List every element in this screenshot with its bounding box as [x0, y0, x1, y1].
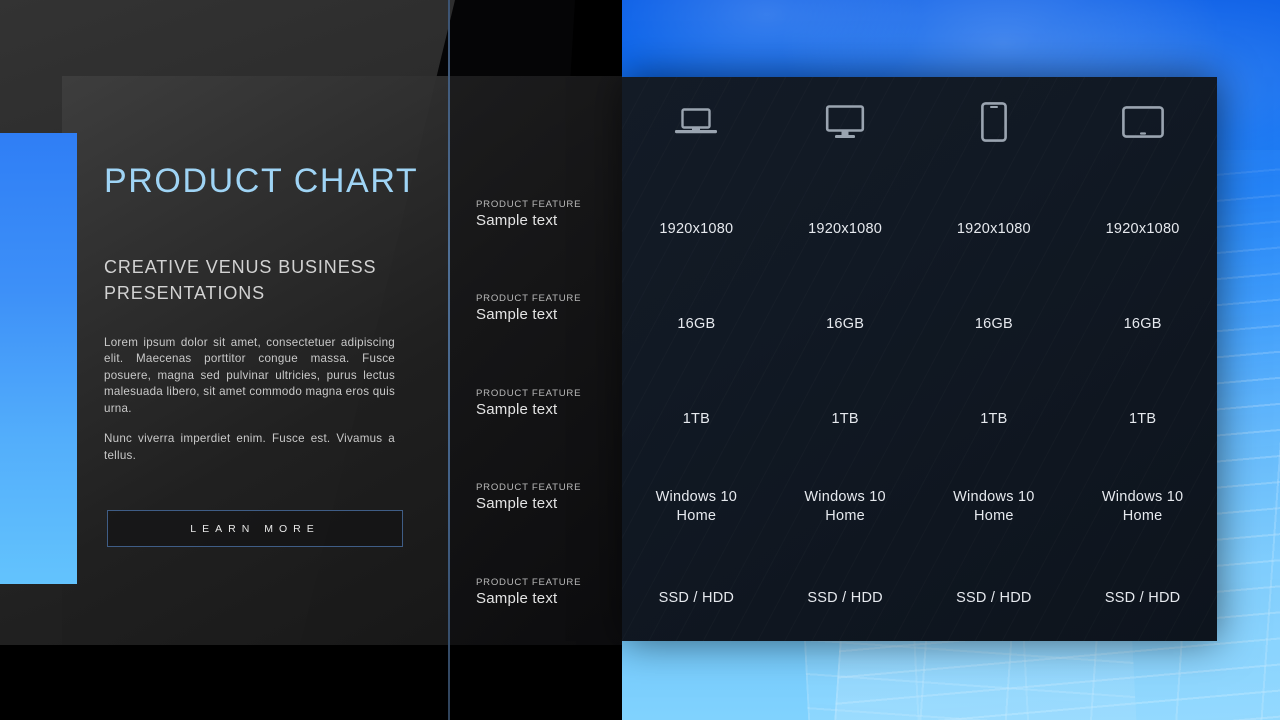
table-row: SSD / HDD SSD / HDD SSD / HDD SSD / HDD [622, 557, 1217, 641]
feature-kicker: PRODUCT FEATURE [476, 577, 582, 588]
feature-kicker: PRODUCT FEATURE [476, 199, 582, 210]
column-header-tablet[interactable] [1068, 106, 1217, 138]
feature-value: Sample text [476, 494, 558, 512]
feature-label-row: PRODUCT FEATURE Sample text [476, 389, 636, 419]
table-cell: 16GB [677, 315, 716, 332]
table-row: 16GB 16GB 16GB 16GB [622, 277, 1217, 372]
vertical-accent-line [448, 0, 450, 720]
table-cell: Windows 10 Home [953, 488, 1035, 524]
table-cell: 1920x1080 [808, 220, 883, 237]
desktop-monitor-icon [823, 104, 867, 140]
table-cell: Windows 10 Home [1101, 488, 1184, 524]
feature-kicker: PRODUCT FEATURE [476, 482, 582, 493]
feature-label-row: PRODUCT FEATURE Sample text [476, 578, 636, 608]
table-cell: SSD / HDD [807, 590, 883, 607]
laptop-icon [673, 106, 719, 138]
body-copy: Lorem ipsum dolor sit amet, consectetuer… [104, 335, 395, 464]
table-cell: 1TB [1128, 410, 1157, 427]
table-row: 1TB 1TB 1TB 1TB [622, 372, 1217, 467]
table-cell: SSD / HDD [1104, 590, 1181, 607]
tablet-icon [1121, 106, 1164, 138]
table-header-icon-row [622, 77, 1217, 167]
feature-value: Sample text [476, 589, 558, 607]
blue-accent-block [0, 133, 77, 584]
feature-kicker: PRODUCT FEATURE [476, 293, 582, 304]
column-header-laptop[interactable] [622, 106, 771, 138]
table-cell: 16GB [826, 315, 865, 332]
page-subtitle: CREATIVE VENUS BUSINESS PRESENTATIONS [104, 257, 377, 303]
column-header-desktop[interactable] [771, 104, 920, 140]
table-cell: Windows 10 Home [655, 488, 738, 524]
feature-value: Sample text [476, 400, 558, 418]
table-row: 1920x1080 1920x1080 1920x1080 1920x1080 [622, 182, 1217, 277]
table-cell: 16GB [974, 315, 1013, 332]
product-comparison-table: 1920x1080 1920x1080 1920x1080 1920x1080 16GB… [622, 77, 1217, 641]
feature-label-row: PRODUCT FEATURE Sample text [476, 200, 636, 230]
table-cell: Windows 10 Home [804, 488, 886, 524]
column-header-smartphone[interactable] [920, 102, 1069, 142]
body-paragraph-2: Nunc viverra imperdiet enim. Fusce est. … [104, 432, 395, 462]
feature-label-row: PRODUCT FEATURE Sample text [476, 294, 636, 324]
table-cell: 1TB [980, 410, 1008, 427]
table-cell: 1920x1080 [1105, 220, 1180, 237]
feature-label-row: PRODUCT FEATURE Sample text [476, 483, 636, 513]
table-cell: 1TB [682, 410, 711, 427]
table-cell: SSD / HDD [658, 590, 735, 607]
smartphone-icon [980, 102, 1007, 142]
page-title: PRODUCT CHART [104, 162, 419, 200]
feature-value: Sample text [476, 305, 558, 323]
feature-label-column [448, 76, 622, 645]
table-row: Windows 10 Home Windows 10 Home Windows 10 Ho… [622, 457, 1217, 557]
table-cell: 1920x1080 [659, 220, 734, 237]
feature-kicker: PRODUCT FEATURE [476, 388, 582, 399]
learn-more-button[interactable]: LEARN MORE [107, 510, 403, 547]
feature-value: Sample text [476, 211, 558, 229]
table-cell: SSD / HDD [956, 590, 1032, 607]
slide-canvas: PRODUCT CHART CREATIVE VENUS BUSINESS PR… [0, 0, 1280, 720]
table-cell: 1920x1080 [956, 220, 1031, 237]
table-cell: 1TB [831, 410, 859, 427]
table-cell: 16GB [1123, 315, 1162, 332]
body-paragraph-1: Lorem ipsum dolor sit amet, consectetuer… [104, 336, 395, 415]
